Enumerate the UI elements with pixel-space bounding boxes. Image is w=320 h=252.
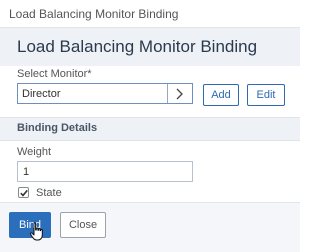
weight-value: 1	[23, 166, 30, 178]
edit-monitor-button[interactable]: Edit	[247, 84, 285, 106]
weight-input[interactable]: 1	[17, 161, 193, 182]
page-title: Load Balancing Monitor Binding	[17, 37, 258, 56]
chevron-right-icon[interactable]	[167, 84, 192, 103]
monitor-select[interactable]: Director	[17, 83, 193, 104]
window-titlebar: Load Balancing Monitor Binding	[0, 0, 300, 28]
binding-details-section: Binding Details	[0, 117, 300, 141]
add-monitor-button[interactable]: Add	[203, 84, 239, 106]
window-title: Load Balancing Monitor Binding	[9, 7, 179, 21]
monitor-select-value: Director	[22, 88, 61, 100]
hand-cursor-icon	[29, 222, 43, 241]
checkmark-icon	[20, 189, 28, 197]
section-title: Binding Details	[17, 122, 98, 134]
select-monitor-label: Select Monitor*	[17, 68, 92, 80]
state-checkbox[interactable]	[18, 187, 29, 198]
close-button[interactable]: Close	[60, 212, 106, 238]
dialog-header: Load Balancing Monitor Binding	[0, 28, 300, 66]
state-label: State	[36, 187, 62, 199]
weight-label: Weight	[17, 146, 52, 158]
